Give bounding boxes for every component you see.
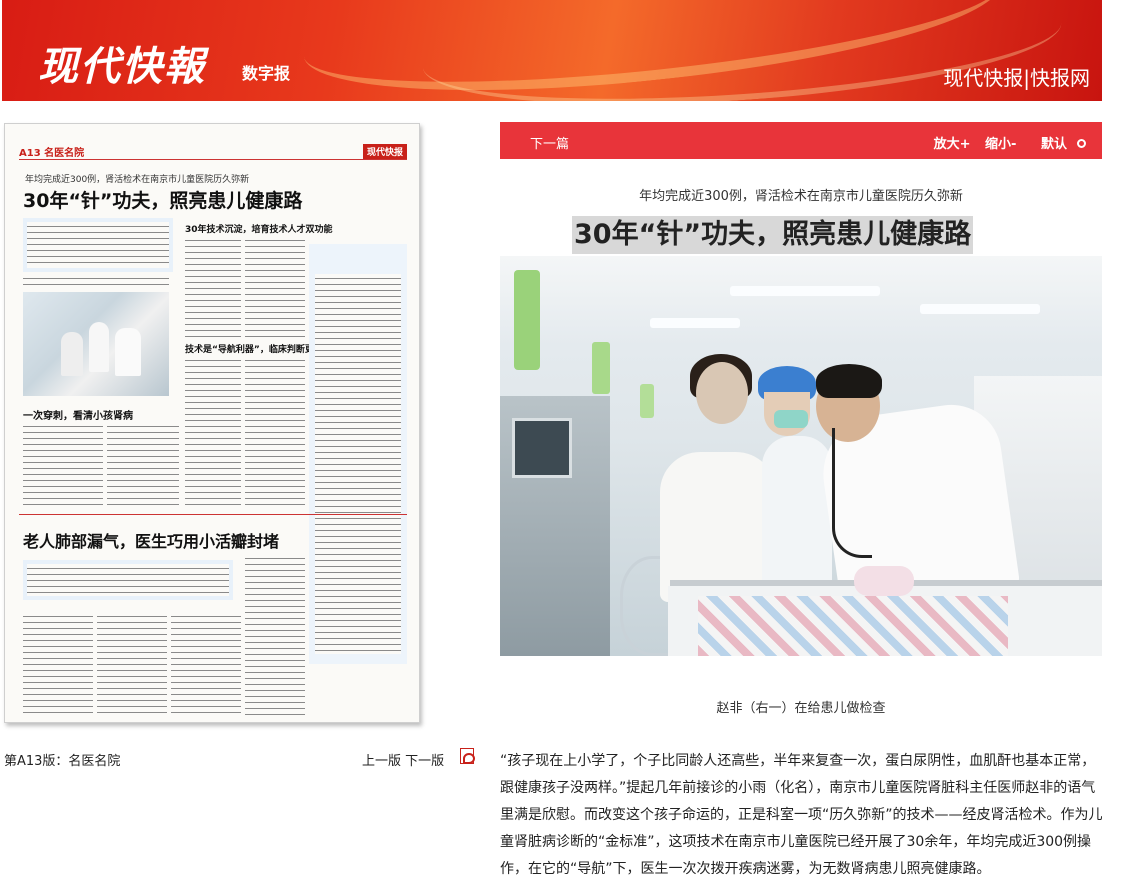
next-article-link[interactable]: 下一篇 xyxy=(530,133,569,152)
article-toolbar: 下一篇 放大+ 缩小- 默认 xyxy=(500,122,1102,159)
article-kicker: 年均完成近300例，肾活检术在南京市儿童医院历久弥新 xyxy=(639,189,963,204)
article-body: “孩子现在上小学了，个子比同龄人还高些，半年来复查一次，蛋白尿阴性，血肌酐也基本… xyxy=(500,748,1106,883)
article-photo xyxy=(500,256,1102,656)
reset-label: 默认 xyxy=(1040,137,1067,152)
page-subhead: 一次穿刺，看清小孩肾病 xyxy=(23,411,133,422)
site-logo[interactable]: 现代快報 xyxy=(38,34,206,92)
page-text-block xyxy=(23,274,169,288)
page-text-block xyxy=(185,356,241,508)
site-banner: 现代快報 数字报 现代快报|快报网 xyxy=(2,0,1102,101)
newspaper-page-image[interactable]: A13 名医名院 现代快报 年均完成近300例，肾活检术在南京市儿童医院历久弥新… xyxy=(4,123,420,723)
photo-caption: 赵非（右一）在给患儿做检查 xyxy=(716,701,886,716)
page-text-block xyxy=(245,236,305,338)
page-section-label: A13 名医名院 xyxy=(19,148,85,159)
article-paragraph: “孩子现在上小学了，个子比同龄人还高些，半年来复查一次，蛋白尿阴性，血肌酐也基本… xyxy=(500,753,1103,877)
page-text-block xyxy=(171,612,241,716)
page-text-block xyxy=(27,564,229,596)
reset-circle-icon xyxy=(1077,139,1086,148)
page-divider xyxy=(19,514,407,515)
page-text-block xyxy=(107,422,179,510)
page-text-block xyxy=(245,554,305,716)
article-title: 30年“针”功夫，照亮患儿健康路 xyxy=(572,216,974,254)
page-headline-link[interactable]: 30年“针”功夫，照亮患儿健康路 xyxy=(23,186,302,213)
page-text-block xyxy=(27,222,169,268)
page-text-block xyxy=(23,612,93,716)
font-size-tools: 放大+ 缩小- 默认 xyxy=(924,133,1086,152)
next-page-link[interactable]: 下一版 xyxy=(405,754,444,769)
page-caption: 第A13版：名医名院 xyxy=(4,754,121,769)
page-header: A13 名医名院 现代快报 xyxy=(19,144,407,160)
reset-size-button[interactable]: 默认 xyxy=(1031,137,1086,152)
digital-edition-tag: 数字报 xyxy=(242,64,291,83)
page-subhead: 30年技术沉淀，培育技术人才双功能 xyxy=(185,225,333,235)
page-text-block xyxy=(23,422,103,510)
page-text-block xyxy=(97,612,167,716)
page-text-block xyxy=(245,356,305,508)
zoom-out-button[interactable]: 缩小- xyxy=(985,137,1016,152)
page-nav: 上一版 下一版 xyxy=(362,750,444,769)
prev-page-link[interactable]: 上一版 xyxy=(362,754,401,769)
site-home-link[interactable]: 现代快报|快报网 xyxy=(943,62,1090,91)
zoom-in-button[interactable]: 放大+ xyxy=(934,137,971,152)
page-text-block xyxy=(315,274,401,654)
page-photo xyxy=(23,292,169,396)
pdf-icon[interactable] xyxy=(460,748,475,764)
page-text-block xyxy=(185,236,241,338)
page-headline-2-link[interactable]: 老人肺部漏气，医生巧用小活瓣封堵 xyxy=(23,528,279,552)
page-masthead: 现代快报 xyxy=(362,144,407,159)
page-kicker: 年均完成近300例，肾活检术在南京市儿童医院历久弥新 xyxy=(25,175,250,185)
